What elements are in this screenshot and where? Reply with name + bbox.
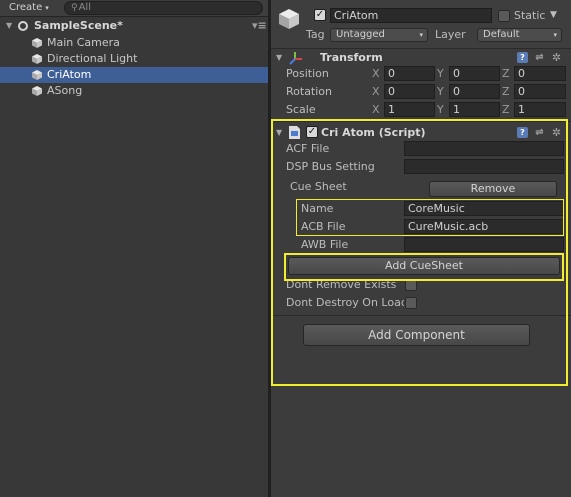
gameobject-header: ✓ CriAtom Static ▼ Tag Untagged ▾ Layer D… xyxy=(271,0,571,48)
dont-destroy-on-load-checkbox[interactable] xyxy=(405,297,417,309)
axis-y-label[interactable]: Y xyxy=(437,84,444,100)
position-x-field[interactable]: 0 xyxy=(384,66,435,81)
object-name-field[interactable]: CriAtom xyxy=(330,8,492,23)
acb-file-label: ACB File xyxy=(301,220,346,233)
axis-z-label[interactable]: Z xyxy=(502,66,510,82)
rotation-x-field[interactable]: 0 xyxy=(384,84,435,99)
hierarchy-item-label: Main Camera xyxy=(47,36,120,49)
position-y-field[interactable]: 0 xyxy=(449,66,500,81)
axis-z-label[interactable]: Z xyxy=(502,84,510,100)
awb-file-field[interactable] xyxy=(404,237,564,252)
axis-y-label[interactable]: Y xyxy=(437,66,444,82)
search-placeholder: All xyxy=(78,2,91,13)
search-icon: ⚲ xyxy=(71,3,78,13)
dsp-bus-setting-field[interactable] xyxy=(404,159,564,174)
separator xyxy=(271,315,571,316)
add-component-button[interactable]: Add Component xyxy=(303,324,530,346)
layer-dropdown[interactable]: Default ▾ xyxy=(477,28,562,42)
static-dropdown-arrow-icon[interactable]: ▼ xyxy=(550,8,557,23)
gameobject-cube-icon xyxy=(32,70,42,80)
foldout-expanded-icon[interactable]: ▼ xyxy=(276,124,282,141)
scale-y-field[interactable]: 1 xyxy=(449,102,500,117)
tag-label: Tag xyxy=(306,28,325,41)
static-checkbox[interactable] xyxy=(498,10,510,22)
foldout-expanded-icon[interactable]: ▼ xyxy=(276,49,282,66)
acf-file-field[interactable] xyxy=(404,141,564,156)
dont-remove-exists-label: Dont Remove Exists xyxy=(286,278,397,291)
chevron-down-icon: ▾ xyxy=(419,31,423,39)
dsp-bus-setting-label: DSP Bus Setting xyxy=(286,160,375,173)
criatom-script-header[interactable]: ▼ ✓ Cri Atom (Script) ? ⇌ ✲ xyxy=(271,124,571,141)
create-label: Create xyxy=(9,2,43,13)
axis-x-label[interactable]: X xyxy=(372,102,380,118)
help-icon[interactable]: ? xyxy=(517,52,528,63)
hierarchy-item-directional-light[interactable]: Directional Light xyxy=(0,51,268,67)
hierarchy-search-input[interactable]: ⚲All xyxy=(64,1,263,15)
scene-menu-icon[interactable]: ▾≡ xyxy=(252,18,267,34)
hierarchy-item-main-camera[interactable]: Main Camera xyxy=(0,35,268,51)
axis-x-label[interactable]: X xyxy=(372,66,380,82)
layer-label: Layer xyxy=(435,28,466,41)
tag-value: Untagged xyxy=(336,29,385,40)
acb-file-field[interactable]: CureMusic.acb xyxy=(404,219,564,234)
create-button[interactable]: Create ▾ xyxy=(4,1,54,15)
cue-sheet-label: Cue Sheet xyxy=(290,180,347,193)
criatom-title: Cri Atom (Script) xyxy=(321,126,426,139)
rotation-z-field[interactable]: 0 xyxy=(514,84,566,99)
gear-icon[interactable]: ✲ xyxy=(551,52,562,63)
foldout-expanded-icon[interactable]: ▼ xyxy=(6,18,12,34)
preset-sliders-icon[interactable]: ⇌ xyxy=(534,52,545,63)
help-icon[interactable]: ? xyxy=(517,127,528,138)
rotation-y-field[interactable]: 0 xyxy=(449,84,500,99)
cuesheet-name-label: Name xyxy=(301,202,334,215)
position-label: Position xyxy=(286,67,329,80)
axis-y-label[interactable]: Y xyxy=(437,102,444,118)
axis-x-label[interactable]: X xyxy=(372,84,380,100)
dont-remove-exists-checkbox[interactable] xyxy=(405,279,417,291)
gameobject-cube-icon xyxy=(32,54,42,64)
position-z-field[interactable]: 0 xyxy=(514,66,566,81)
remove-cuesheet-button[interactable]: Remove xyxy=(429,181,557,197)
inspector-panel: ✓ CriAtom Static ▼ Tag Untagged ▾ Layer D… xyxy=(271,0,571,497)
tag-dropdown[interactable]: Untagged ▾ xyxy=(330,28,428,42)
dropdown-arrow-icon: ▾ xyxy=(45,4,49,12)
scale-label: Scale xyxy=(286,103,316,116)
hierarchy-item-label: CriAtom xyxy=(47,68,92,81)
cuesheet-name-field[interactable]: CoreMusic xyxy=(404,201,564,216)
dont-destroy-on-load-label: Dont Destroy On Load xyxy=(286,296,404,309)
gameobject-cube-icon xyxy=(32,38,42,48)
transform-header[interactable]: ▼ Transform ? ⇌ ✲ xyxy=(271,49,571,66)
unity-scene-icon xyxy=(18,21,28,31)
preset-sliders-icon[interactable]: ⇌ xyxy=(534,127,545,138)
hierarchy-item-criatom[interactable]: CriAtom xyxy=(0,67,268,83)
gameobject-cube-icon xyxy=(279,9,299,29)
awb-file-label: AWB File xyxy=(301,238,349,251)
add-cuesheet-button[interactable]: Add CueSheet xyxy=(288,257,560,275)
axis-z-label[interactable]: Z xyxy=(502,102,510,118)
hierarchy-item-label: Directional Light xyxy=(47,52,138,65)
checkmark-icon: ✓ xyxy=(315,9,325,20)
checkmark-icon: ✓ xyxy=(307,126,317,137)
transform-axes-icon xyxy=(289,52,302,65)
hierarchy-toolbar: Create ▾ ⚲All xyxy=(0,0,268,17)
transform-title: Transform xyxy=(320,51,383,64)
separator xyxy=(271,121,571,122)
script-file-icon xyxy=(289,126,300,139)
scale-x-field[interactable]: 1 xyxy=(384,102,435,117)
scene-row[interactable]: ▼ SampleScene* ▾≡ xyxy=(0,18,268,34)
hierarchy-item-asong[interactable]: ASong xyxy=(0,83,268,99)
layer-value: Default xyxy=(483,29,520,40)
component-enabled-checkbox[interactable]: ✓ xyxy=(306,126,318,138)
static-label: Static xyxy=(514,9,546,22)
hierarchy-panel: Create ▾ ⚲All ▼ SampleScene* ▾≡ Main Came… xyxy=(0,0,268,497)
rotation-label: Rotation xyxy=(286,85,333,98)
scene-name: SampleScene* xyxy=(34,19,123,32)
active-checkbox[interactable]: ✓ xyxy=(314,9,326,21)
hierarchy-item-label: ASong xyxy=(47,84,83,97)
gear-icon[interactable]: ✲ xyxy=(551,127,562,138)
scale-z-field[interactable]: 1 xyxy=(514,102,566,117)
acf-file-label: ACF File xyxy=(286,142,330,155)
chevron-down-icon: ▾ xyxy=(553,31,557,39)
gameobject-cube-icon xyxy=(32,86,42,96)
